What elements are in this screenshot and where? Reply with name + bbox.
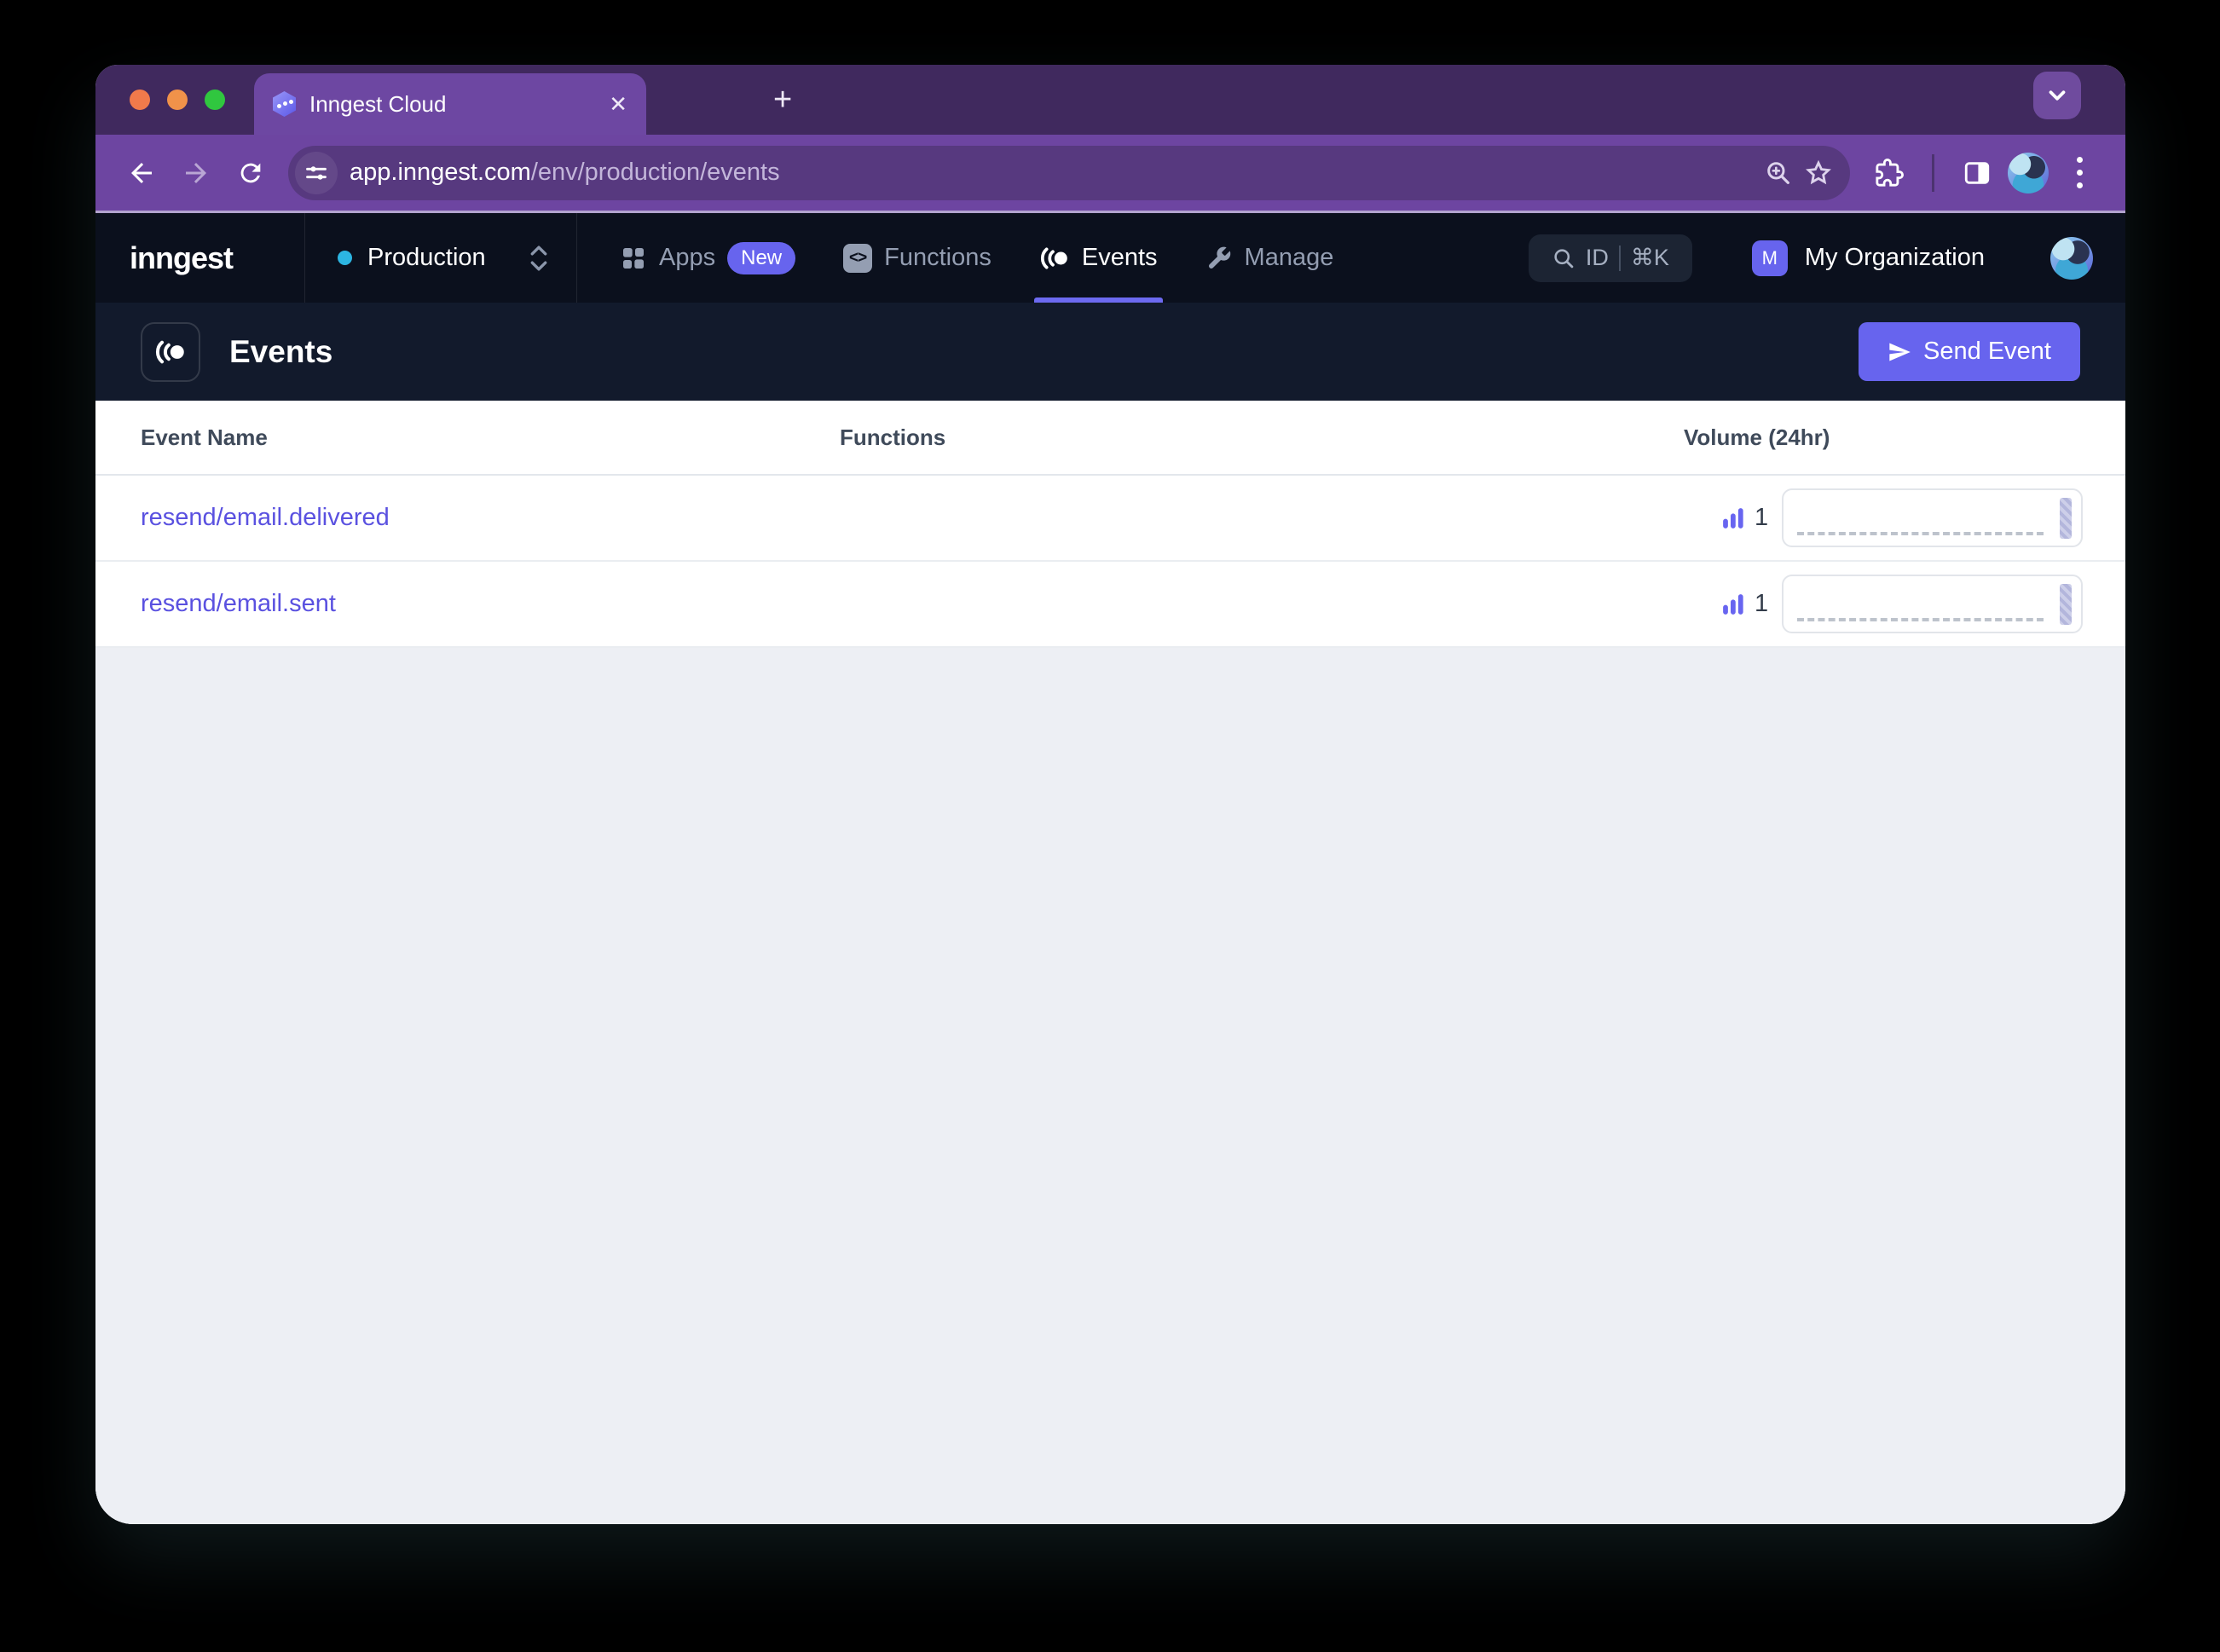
site-settings-button[interactable]	[295, 151, 338, 194]
url-path: /env/production/events	[530, 159, 780, 186]
browser-menu-button[interactable]	[2055, 149, 2103, 197]
organization-menu[interactable]: M My Organization	[1720, 240, 2017, 276]
zoom-icon[interactable]	[1765, 159, 1792, 187]
nav-label-manage: Manage	[1244, 244, 1334, 271]
functions-code-icon: <>	[843, 243, 873, 273]
column-header-volume: Volume (24hr)	[1684, 424, 1830, 450]
new-tab-button[interactable]: +	[773, 84, 792, 116]
volume-cell: 1	[1684, 575, 2125, 633]
minimize-window-button[interactable]	[167, 90, 188, 110]
side-panel-button[interactable]	[1953, 149, 2001, 197]
environment-label: Production	[367, 244, 486, 271]
events-icon	[1040, 246, 1067, 269]
back-button[interactable]	[118, 149, 165, 197]
search-divider	[1618, 245, 1621, 271]
nav-item-manage[interactable]: Manage	[1205, 213, 1334, 303]
volume-bars-icon	[1723, 593, 1743, 615]
maximize-window-button[interactable]	[205, 90, 225, 110]
side-panel-icon	[1964, 161, 1990, 184]
back-icon	[131, 162, 152, 183]
tab-title: Inngest Cloud	[309, 90, 447, 117]
address-bar[interactable]: app.inngest.com/env/production/events	[288, 145, 1850, 200]
inngest-logo-section[interactable]: inngest	[95, 213, 304, 303]
sparkline-baseline	[1797, 618, 2044, 621]
nav-item-events[interactable]: Events	[1033, 213, 1163, 303]
sparkline-bar	[2060, 584, 2073, 625]
close-window-button[interactable]	[130, 90, 150, 110]
inngest-logo: inngest	[130, 240, 234, 275]
browser-profile-avatar[interactable]	[2008, 152, 2049, 194]
nav-label-apps: Apps	[659, 244, 716, 271]
tab-strip: Inngest Cloud ✕ +	[95, 65, 2125, 135]
volume-bars-icon	[1723, 507, 1743, 529]
event-name-link[interactable]: resend/email.sent	[95, 590, 840, 618]
forward-button[interactable]	[172, 149, 220, 197]
send-icon	[1889, 343, 1911, 361]
tune-icon	[306, 165, 327, 180]
search-shortcut: ⌘K	[1630, 245, 1669, 270]
app-navbar: inngest Production Apps New <> Functions…	[95, 213, 2125, 303]
new-badge: New	[727, 241, 796, 274]
chevron-down-icon	[2049, 90, 2066, 101]
production-status-dot	[338, 251, 352, 265]
event-name-link[interactable]: resend/email.delivered	[95, 504, 840, 532]
primary-nav: Apps New <> Functions Events Manage	[577, 213, 1333, 303]
empty-area	[95, 648, 2125, 1524]
send-event-label: Send Event	[1923, 338, 2051, 365]
search-label: ID	[1585, 245, 1609, 270]
page-header: Events Send Event	[95, 303, 2125, 401]
window-controls	[130, 90, 225, 110]
extensions-button[interactable]	[1865, 149, 1913, 197]
events-icon	[155, 340, 184, 363]
manage-wrench-icon	[1208, 246, 1230, 269]
search-button[interactable]: ID ⌘K	[1528, 234, 1692, 282]
organization-name: My Organization	[1804, 244, 1985, 271]
nav-item-functions[interactable]: <> Functions	[843, 213, 991, 303]
table-row[interactable]: resend/email.sent 1	[95, 562, 2125, 648]
apps-grid-icon	[623, 247, 644, 269]
browser-window: Inngest Cloud ✕ + app.inngest.com/env/pr…	[95, 65, 2125, 1524]
toolbar-divider	[1932, 153, 1934, 192]
events-table: Event Name Functions Volume (24hr) resen…	[95, 401, 2125, 1524]
tab-close-icon[interactable]: ✕	[609, 93, 627, 115]
sparkline-baseline	[1797, 532, 2044, 535]
nav-label-functions: Functions	[884, 244, 991, 271]
user-avatar	[2050, 236, 2093, 280]
url-text[interactable]: app.inngest.com/env/production/events	[350, 159, 1753, 187]
browser-tab-inngest-cloud[interactable]: Inngest Cloud ✕	[254, 73, 646, 135]
bookmark-star-icon[interactable]	[1804, 159, 1833, 188]
volume-sparkline-chart[interactable]	[1782, 575, 2084, 633]
table-row[interactable]: resend/email.delivered 1	[95, 476, 2125, 562]
events-page-icon-box	[141, 321, 200, 382]
table-header-row: Event Name Functions Volume (24hr)	[95, 401, 2125, 476]
user-menu[interactable]	[2018, 236, 2125, 280]
column-header-functions: Functions	[840, 424, 946, 450]
forward-icon	[186, 162, 206, 183]
chevron-up-down-icon	[530, 245, 547, 271]
organization-badge: M	[1751, 240, 1788, 276]
tab-search-button[interactable]	[2033, 72, 2081, 119]
volume-cell: 1	[1684, 488, 2125, 547]
environment-switcher[interactable]: Production	[305, 213, 576, 303]
reload-button[interactable]	[227, 149, 275, 197]
url-domain: app.inngest.com	[350, 159, 531, 186]
volume-count: 1	[1755, 590, 1769, 617]
kebab-menu-icon	[2076, 157, 2083, 188]
volume-sparkline-chart[interactable]	[1782, 488, 2084, 547]
active-tab-indicator	[1033, 297, 1163, 303]
browser-toolbar: app.inngest.com/env/production/events	[95, 135, 2125, 213]
inngest-favicon	[273, 91, 296, 117]
page-title: Events	[229, 333, 333, 369]
reload-icon	[240, 163, 261, 182]
volume-count: 1	[1755, 504, 1769, 531]
column-header-event-name: Event Name	[141, 424, 268, 450]
search-icon	[1554, 248, 1574, 268]
sparkline-bar	[2060, 498, 2073, 539]
desktop-background: Inngest Cloud ✕ + app.inngest.com/env/pr…	[0, 0, 2220, 1652]
nav-label-events: Events	[1081, 244, 1158, 271]
extensions-puzzle-icon	[1876, 158, 1904, 187]
navbar-right: ID ⌘K M My Organization	[1528, 213, 2125, 303]
nav-item-apps[interactable]: Apps New	[620, 213, 796, 303]
send-event-button[interactable]: Send Event	[1859, 322, 2080, 381]
